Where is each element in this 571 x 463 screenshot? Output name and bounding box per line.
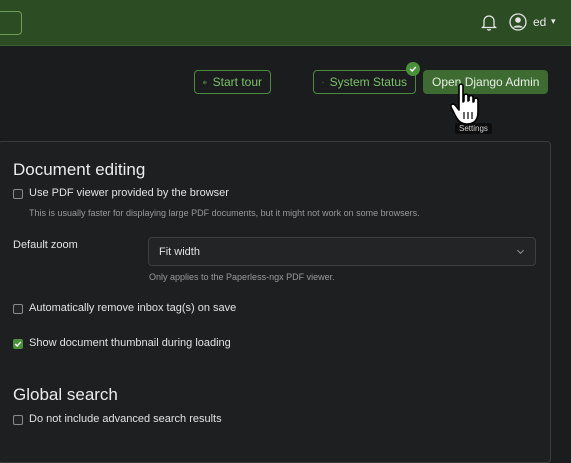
chevron-down-icon [516,249,525,255]
remove-inbox-tags-checkbox[interactable] [13,304,23,314]
bell-icon[interactable] [480,13,498,31]
top-navbar: ed ▾ [0,0,571,46]
status-ok-badge-icon [406,62,420,76]
default-zoom-label: Default zoom [13,239,78,251]
no-advanced-search-checkbox[interactable] [13,415,23,425]
system-status-label: System Status [329,75,407,89]
global-search-title: Global search [13,385,118,404]
system-status-button[interactable]: System Status [313,70,416,94]
pdf-viewer-label[interactable]: Use PDF viewer provided by the browser [29,187,229,199]
list-icon [322,81,324,83]
remove-inbox-tags-label[interactable]: Automatically remove inbox tag(s) on sav… [29,302,236,314]
hand-pointer-cursor-icon [450,83,479,125]
show-thumbnail-label[interactable]: Show document thumbnail during loading [29,337,231,349]
global-search-input[interactable] [0,11,22,35]
pdf-viewer-checkbox[interactable] [13,189,23,199]
default-zoom-hint: Only applies to the Paperless-ngx PDF vi… [149,272,335,282]
user-circle-icon[interactable] [509,13,527,31]
caret-down-icon[interactable]: ▾ [551,16,556,27]
no-advanced-search-label[interactable]: Do not include advanced search results [29,413,222,425]
default-zoom-value: Fit width [159,246,200,258]
document-editing-title: Document editing [13,160,146,179]
start-tour-label: Start tour [212,75,262,89]
flag-icon [203,80,207,84]
show-thumbnail-checkbox[interactable] [13,339,23,349]
pdf-viewer-hint: This is usually faster for displaying la… [29,208,420,218]
start-tour-button[interactable]: Start tour [194,70,271,94]
user-menu-name[interactable]: ed [533,15,546,29]
default-zoom-select[interactable]: Fit width [148,237,536,266]
checkmark-icon [14,341,22,348]
